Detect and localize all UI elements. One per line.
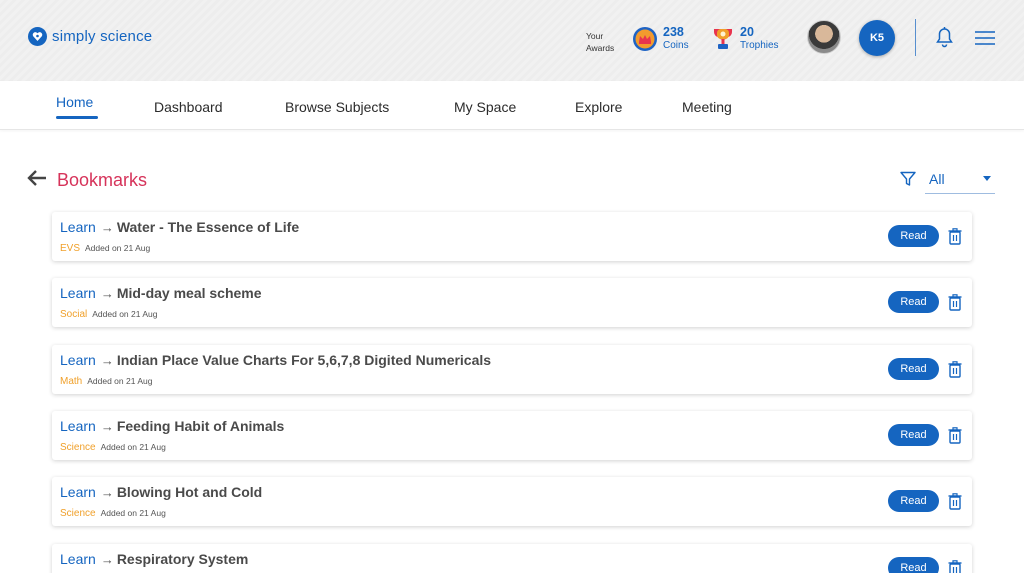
bookmark-type: Learn: [60, 484, 96, 500]
bookmark-title[interactable]: Learn → Water - The Essence of Life: [60, 219, 299, 235]
arrow-icon: →: [100, 552, 114, 567]
bookmark-topic: Water - The Essence of Life: [116, 219, 300, 235]
bookmark-topic: Feeding Habit of Animals: [116, 418, 285, 434]
nav-my-space[interactable]: My Space: [454, 99, 516, 115]
trash-icon[interactable]: [948, 427, 962, 444]
awards-label: Your Awards: [586, 30, 614, 54]
coins-value: 238: [663, 25, 684, 39]
avatar[interactable]: [807, 20, 841, 54]
trophies-award[interactable]: 20 Trophies: [711, 26, 779, 52]
bookmark-type: Learn: [60, 418, 96, 434]
bookmark-title[interactable]: Learn → Indian Place Value Charts For 5,6,…: [60, 352, 491, 368]
list-item: Learn → Feeding Habit of Animals Science Ad…: [52, 411, 972, 460]
trash-icon[interactable]: [948, 228, 962, 245]
page-title: Bookmarks: [57, 170, 148, 190]
bookmark-type: Learn: [60, 219, 96, 235]
bookmark-date: Added on 21 Aug: [85, 243, 151, 253]
list-item: Learn → Indian Place Value Charts For 5,6,…: [52, 345, 972, 394]
read-button[interactable]: Read: [888, 225, 939, 247]
list-item: Learn → Blowing Hot and Cold Science Added …: [52, 477, 972, 526]
header-divider: [915, 19, 916, 56]
arrow-icon: →: [100, 220, 114, 235]
nav-home[interactable]: Home: [56, 94, 93, 110]
coins-label: Coins: [663, 40, 689, 51]
trash-icon[interactable]: [948, 493, 962, 510]
read-button[interactable]: Read: [888, 557, 939, 573]
read-button[interactable]: Read: [888, 424, 939, 446]
list-item: Learn → Water - The Essence of Life EVS Add…: [52, 212, 972, 261]
bookmark-subject: Math: [60, 376, 83, 387]
bell-icon[interactable]: [935, 26, 954, 48]
trophy-icon: [713, 29, 733, 49]
filter-icon[interactable]: [900, 171, 916, 187]
bookmark-subject: Science: [60, 508, 96, 519]
bookmark-topic: Respiratory System: [116, 551, 249, 567]
arrow-icon: →: [100, 286, 114, 301]
brand-name: simply science: [52, 28, 153, 45]
list-item: Learn → Mid-day meal scheme Social Added on…: [52, 278, 972, 327]
coins-icon: [633, 27, 657, 51]
nav-active-indicator: [56, 116, 98, 119]
bookmark-subject: EVS: [60, 243, 81, 254]
back-arrow-icon[interactable]: [27, 169, 47, 187]
nav-browse-subjects[interactable]: Browse Subjects: [285, 99, 389, 115]
bookmark-date: Added on 21 Aug: [100, 508, 166, 518]
trophies-value: 20: [740, 25, 754, 39]
bookmark-date: Added on 21 Aug: [87, 376, 153, 386]
bookmark-meta: Science Added on 21 Aug: [60, 503, 166, 521]
bookmark-subject: Social: [60, 309, 88, 320]
arrow-icon: →: [100, 419, 114, 434]
bookmark-title[interactable]: Learn → Blowing Hot and Cold: [60, 484, 262, 500]
read-button[interactable]: Read: [888, 490, 939, 512]
bookmark-meta: Math Added on 21 Aug: [60, 371, 152, 389]
bookmark-title[interactable]: Learn → Mid-day meal scheme: [60, 285, 262, 301]
logo-icon: [28, 27, 47, 46]
read-button[interactable]: Read: [888, 358, 939, 380]
nav-meeting[interactable]: Meeting: [682, 99, 732, 115]
list-item: Learn → Respiratory System Read: [52, 544, 972, 573]
arrow-icon: →: [100, 353, 114, 368]
trash-icon[interactable]: [948, 361, 962, 378]
menu-icon[interactable]: [974, 30, 996, 46]
bookmark-meta: Science Added on 21 Aug: [60, 437, 166, 455]
awards-label-line2: Awards: [586, 43, 615, 53]
bookmark-date: Added on 21 Aug: [92, 309, 158, 319]
bookmark-topic: Mid-day meal scheme: [116, 285, 262, 301]
bookmark-subject: Science: [60, 442, 96, 453]
chevron-down-icon: [983, 176, 991, 181]
filter-dropdown[interactable]: All: [925, 168, 995, 194]
awards-label-line1: Your: [586, 31, 604, 41]
read-button[interactable]: Read: [888, 291, 939, 313]
bookmark-type: Learn: [60, 352, 96, 368]
bookmark-type: Learn: [60, 551, 96, 567]
bookmark-meta: EVS Added on 21 Aug: [60, 238, 150, 256]
coins-award[interactable]: 238 Coins: [632, 26, 689, 52]
class-badge[interactable]: K5: [859, 20, 895, 56]
bookmark-title[interactable]: Learn → Feeding Habit of Animals: [60, 418, 284, 434]
top-header: simply science Your Awards 238 Coins 20 …: [0, 0, 1024, 81]
bookmark-meta: Social Added on 21 Aug: [60, 304, 157, 322]
filter-selected-value: All: [929, 171, 945, 187]
bookmark-topic: Blowing Hot and Cold: [116, 484, 263, 500]
arrow-icon: →: [100, 485, 114, 500]
nav-dashboard[interactable]: Dashboard: [154, 99, 223, 115]
trophies-label: Trophies: [740, 40, 779, 51]
brand-logo[interactable]: simply science: [28, 27, 152, 46]
trash-icon[interactable]: [948, 560, 962, 573]
trash-icon[interactable]: [948, 294, 962, 311]
bookmark-type: Learn: [60, 285, 96, 301]
nav-explore[interactable]: Explore: [575, 99, 622, 115]
bookmark-title[interactable]: Learn → Respiratory System: [60, 551, 248, 567]
bookmark-topic: Indian Place Value Charts For 5,6,7,8 Di…: [116, 352, 492, 368]
bookmark-date: Added on 21 Aug: [100, 442, 166, 452]
